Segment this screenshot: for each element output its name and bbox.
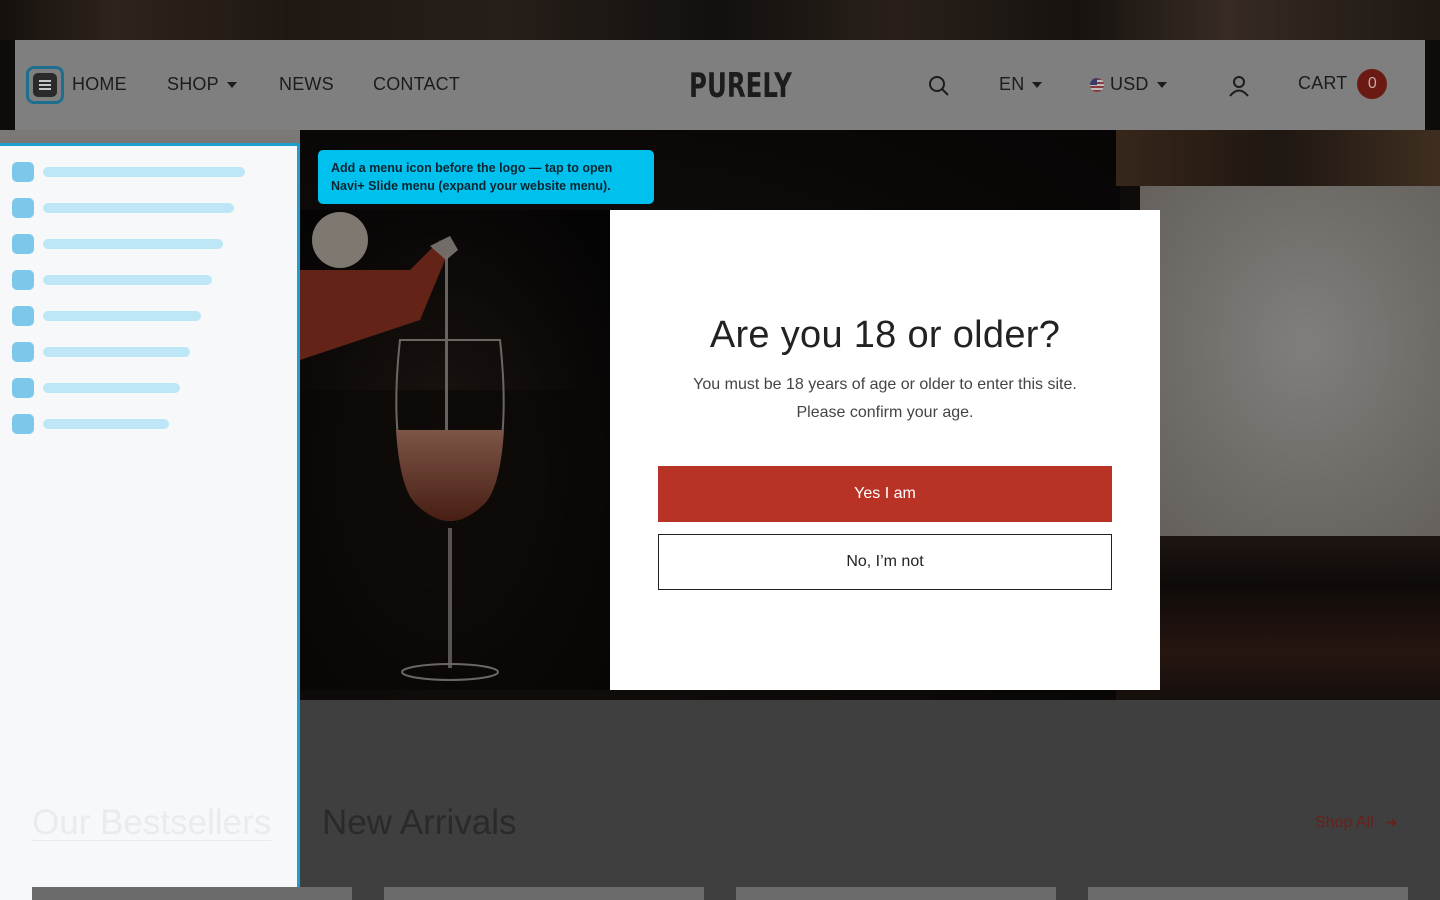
skeleton-icon [12,270,34,290]
language-label: EN [999,74,1025,94]
skeleton-bar [43,203,234,213]
skeleton-bar [43,275,212,285]
shop-all-link[interactable]: Shop All ➜ [1315,814,1397,832]
skeleton-item [12,306,201,326]
language-selector[interactable]: EN [999,74,1043,95]
skeleton-item [12,162,245,182]
nav-shop-label: SHOP [167,74,219,94]
skeleton-bar [43,383,180,393]
skeleton-icon [12,198,34,218]
skeleton-item [12,342,190,362]
skeleton-item [12,234,223,254]
shop-all-label: Shop All [1315,814,1374,831]
chevron-down-icon [1156,82,1167,89]
site-logo[interactable]: PURELY [689,66,792,106]
modal-message-line2: Please confirm your age. [796,404,974,421]
skeleton-icon [12,342,34,362]
skeleton-icon [12,162,34,182]
product-card[interactable] [32,887,352,900]
nav-news[interactable]: NEWS [279,74,334,95]
nav-shop[interactable]: SHOP [167,74,237,95]
modal-message-line1: You must be 18 years of age or older to … [693,376,1077,393]
currency-label: USD [1110,74,1149,94]
skeleton-item [12,378,180,398]
chevron-down-icon [1032,82,1043,89]
skeleton-icon [12,306,34,326]
site-header: HOME SHOP NEWS CONTACT PURELY EN USD CAR… [15,40,1425,130]
skeleton-icon [12,414,34,434]
tab-bestsellers[interactable]: Our Bestsellers [32,803,271,843]
menu-icon[interactable] [26,66,64,104]
skeleton-bar [43,311,201,321]
search-icon[interactable] [927,74,951,98]
skeleton-bar [43,239,223,249]
chevron-down-icon [226,82,237,89]
skeleton-bar [43,347,190,357]
product-card[interactable] [384,887,704,900]
nav-home[interactable]: HOME [72,74,127,95]
age-verification-modal: Are you 18 or older? You must be 18 year… [610,210,1160,690]
product-card[interactable] [1088,887,1408,900]
cart-count-badge: 0 [1357,69,1388,99]
product-card[interactable] [736,887,1056,900]
slide-menu-preview [0,143,300,900]
cart-button[interactable]: CART 0 [1298,69,1388,99]
tab-new-arrivals[interactable]: New Arrivals [322,803,516,843]
cart-label: CART [1298,72,1348,93]
skeleton-icon [12,234,34,254]
flag-us-icon [1090,78,1104,93]
nav-contact[interactable]: CONTACT [373,74,460,95]
skeleton-item [12,270,212,290]
deny-age-button[interactable]: No, I’m not [658,534,1112,590]
arrow-right-icon: ➜ [1385,814,1398,830]
skeleton-bar [43,167,245,177]
currency-selector[interactable]: USD [1090,74,1167,95]
modal-message: You must be 18 years of age or older to … [610,371,1160,427]
skeleton-bar [43,419,169,429]
skeleton-icon [12,378,34,398]
user-icon[interactable] [1227,74,1251,98]
modal-title: Are you 18 or older? [709,314,1061,356]
onboarding-tooltip: Add a menu icon before the logo — tap to… [318,150,654,204]
confirm-age-button[interactable]: Yes I am [658,466,1112,522]
skeleton-item [12,414,169,434]
skeleton-item [12,198,234,218]
